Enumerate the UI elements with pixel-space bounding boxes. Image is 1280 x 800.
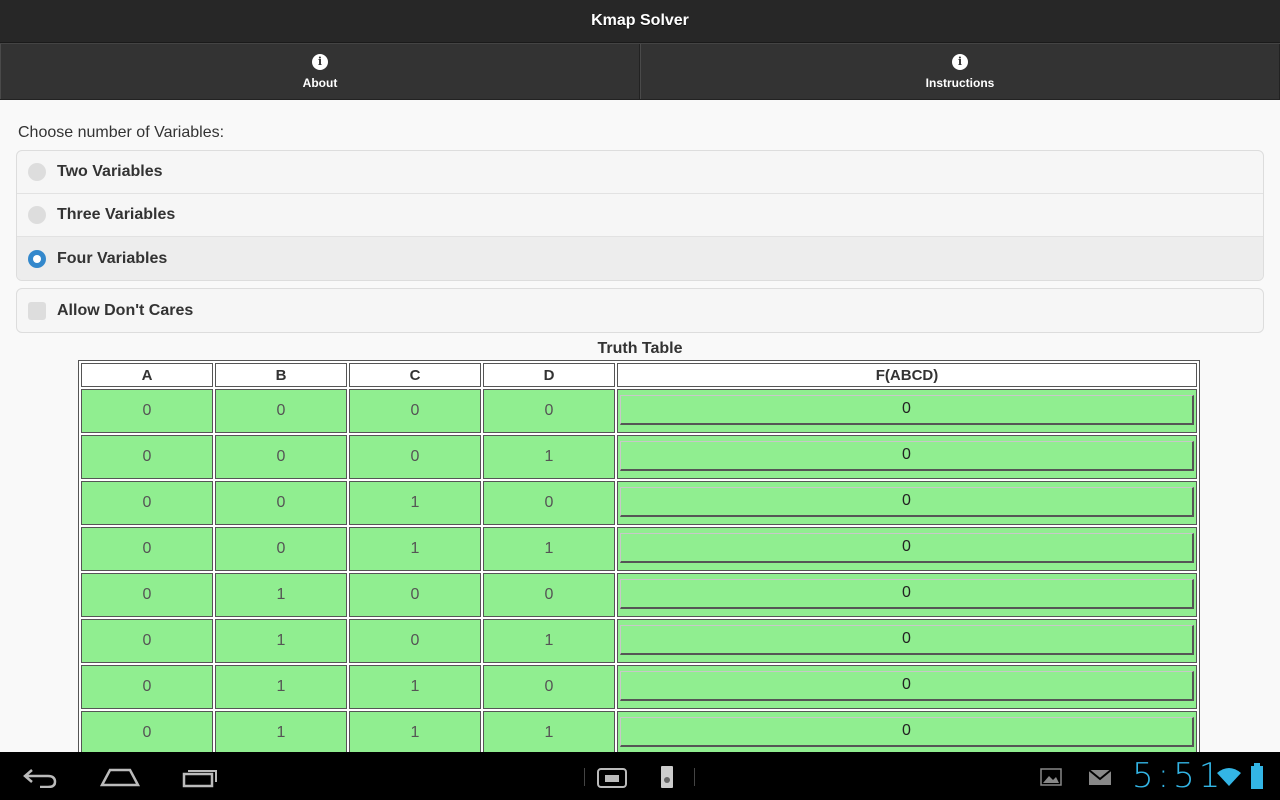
back-icon[interactable] [22,766,58,788]
input-cell: 1 [483,527,615,571]
output-toggle-button[interactable]: 0 [620,625,1194,655]
instructions-button[interactable]: i Instructions [640,44,1280,99]
input-cell: 1 [215,711,347,752]
instructions-label: Instructions [925,75,995,90]
column-header: A [81,363,213,387]
input-cell: 0 [81,573,213,617]
input-cell: 0 [349,435,481,479]
table-row: 01000 [81,573,1197,617]
table-row: 00110 [81,527,1197,571]
input-cell: 1 [215,665,347,709]
output-toggle-button[interactable]: 0 [620,533,1194,563]
table-row: 00000 [81,389,1197,433]
input-cell: 0 [349,389,481,433]
input-cell: 1 [483,619,615,663]
input-cell: 0 [81,665,213,709]
status-clock: 5:51 [1132,756,1225,796]
input-cell: 1 [349,481,481,525]
info-icon: i [312,53,328,70]
table-row: 01010 [81,619,1197,663]
variables-radio-group: Two Variables Three Variables Four Varia… [16,150,1264,281]
input-cell: 1 [349,665,481,709]
output-toggle-button[interactable]: 0 [620,671,1194,701]
input-cell: 0 [215,481,347,525]
radio-checked-icon [28,249,46,268]
gmail-icon [1088,769,1112,785]
wifi-icon [1217,768,1241,786]
output-cell: 0 [617,573,1197,617]
input-cell: 0 [81,389,213,433]
input-cell: 0 [349,619,481,663]
radio-unchecked-icon [28,206,46,224]
checkbox-icon [28,301,46,320]
info-icon: i [952,53,968,70]
input-cell: 0 [215,435,347,479]
output-toggle-button[interactable]: 0 [620,487,1194,517]
input-cell: 0 [81,435,213,479]
output-toggle-button[interactable]: 0 [620,717,1194,747]
input-cell: 1 [483,435,615,479]
radio-label: Four Variables [57,249,168,267]
battery-icon [1251,763,1263,789]
radio-unchecked-icon [28,163,46,181]
app-header: Kmap Solver [0,0,1280,43]
table-row: 01110 [81,711,1197,752]
truth-table-caption: Truth Table [597,340,683,357]
input-cell: 0 [349,573,481,617]
input-cell: 0 [483,389,615,433]
navbar: i About i Instructions [0,43,1280,100]
output-toggle-button[interactable]: 0 [620,395,1194,425]
gallery-icon [1040,768,1062,786]
output-cell: 0 [617,711,1197,752]
input-cell: 1 [349,527,481,571]
radio-three-variables[interactable]: Three Variables [17,194,1263,237]
home-icon[interactable] [100,766,140,788]
column-header: D [483,363,615,387]
input-cell: 0 [483,573,615,617]
input-cell: 1 [349,711,481,752]
output-cell: 0 [617,435,1197,479]
main-content: Choose number of Variables: Two Variable… [0,100,1280,752]
input-cell: 1 [483,711,615,752]
input-cell: 0 [215,527,347,571]
input-cell: 1 [215,619,347,663]
input-cell: 0 [483,665,615,709]
table-row: 00010 [81,435,1197,479]
input-cell: 0 [483,481,615,525]
truth-table: A B C D F(ABCD) 000000001000100001100100… [78,360,1200,752]
radio-four-variables[interactable]: Four Variables [17,237,1263,280]
output-cell: 0 [617,481,1197,525]
about-label: About [302,75,338,90]
output-toggle-button[interactable]: 0 [620,579,1194,609]
input-cell: 0 [81,619,213,663]
table-row: 01100 [81,665,1197,709]
radio-label: Two Variables [57,163,163,180]
radio-two-variables[interactable]: Two Variables [17,151,1263,194]
system-navigation-bar: 5:51 [0,752,1280,800]
allow-dont-cares-checkbox[interactable]: Allow Don't Cares [17,289,1263,332]
checkbox-label: Allow Don't Cares [57,301,194,319]
variables-legend: Choose number of Variables: [18,124,225,141]
input-cell: 0 [81,481,213,525]
input-cell: 0 [215,389,347,433]
column-header: B [215,363,347,387]
app-title: Kmap Solver [591,12,689,29]
output-toggle-button[interactable]: 0 [620,441,1194,471]
column-header: F(ABCD) [617,363,1197,387]
output-cell: 0 [617,665,1197,709]
dont-cares-group: Allow Don't Cares [16,288,1264,333]
app-icon[interactable] [658,764,676,790]
column-header: C [349,363,481,387]
output-cell: 0 [617,389,1197,433]
input-cell: 0 [81,527,213,571]
radio-label: Three Variables [57,206,176,223]
output-cell: 0 [617,527,1197,571]
about-button[interactable]: i About [0,44,640,99]
input-cell: 1 [215,573,347,617]
output-cell: 0 [617,619,1197,663]
screenshot-icon[interactable] [596,766,628,790]
table-row: 00100 [81,481,1197,525]
input-cell: 0 [81,711,213,752]
recent-apps-icon[interactable] [182,766,220,788]
